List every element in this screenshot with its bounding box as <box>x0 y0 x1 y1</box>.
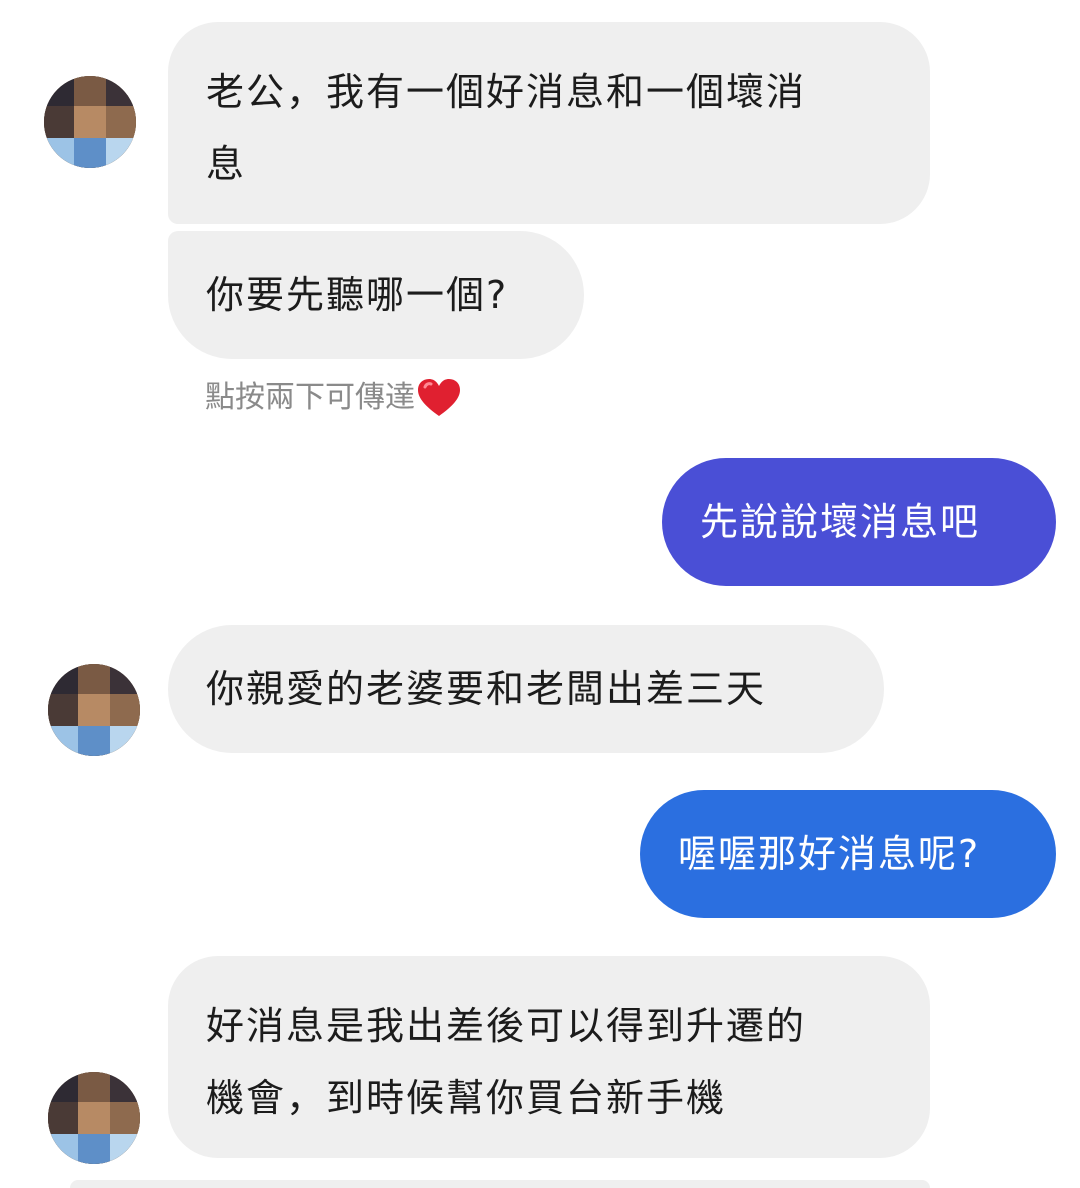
message-text: 喔喔那好消息呢? <box>678 832 981 876</box>
message-text: 先說說壞消息吧 <box>700 500 981 544</box>
message-text: 你親愛的老婆要和老闆出差三天 <box>206 667 767 711</box>
avatar-image <box>44 76 136 168</box>
message-text: 老公，我有一個好消息和一個壞消 <box>206 70 807 114</box>
contact-avatar[interactable] <box>48 1072 140 1164</box>
message-bubble-outgoing[interactable]: 喔喔那好消息呢? <box>640 790 1056 918</box>
next-message-edge <box>70 1180 930 1188</box>
message-bubble-incoming[interactable]: 你要先聽哪一個? <box>168 231 584 359</box>
message-text: 息 <box>206 142 247 186</box>
reaction-hint-text: 點按兩下可傳達 <box>205 380 415 415</box>
avatar-image <box>48 1072 140 1164</box>
heart-icon <box>418 379 460 416</box>
message-bubble-incoming[interactable]: 你親愛的老婆要和老闆出差三天 <box>168 625 884 753</box>
message-text: 你要先聽哪一個? <box>206 273 509 317</box>
message-thread: 老公，我有一個好消息和一個壞消 息 你要先聽哪一個? 點按兩下可傳達 先說說壞消… <box>0 0 1080 1188</box>
message-bubble-outgoing[interactable]: 先說說壞消息吧 <box>662 458 1056 586</box>
message-bubble-incoming[interactable]: 老公，我有一個好消息和一個壞消 息 <box>168 22 930 224</box>
avatar-image <box>48 664 140 756</box>
message-bubble-incoming[interactable]: 好消息是我出差後可以得到升遷的 機會，到時候幫你買台新手機 <box>168 956 930 1158</box>
message-text: 機會，到時候幫你買台新手機 <box>206 1076 727 1120</box>
message-text: 好消息是我出差後可以得到升遷的 <box>206 1004 807 1048</box>
reaction-hint: 點按兩下可傳達 <box>205 374 461 422</box>
contact-avatar[interactable] <box>48 664 140 756</box>
contact-avatar[interactable] <box>44 76 136 168</box>
